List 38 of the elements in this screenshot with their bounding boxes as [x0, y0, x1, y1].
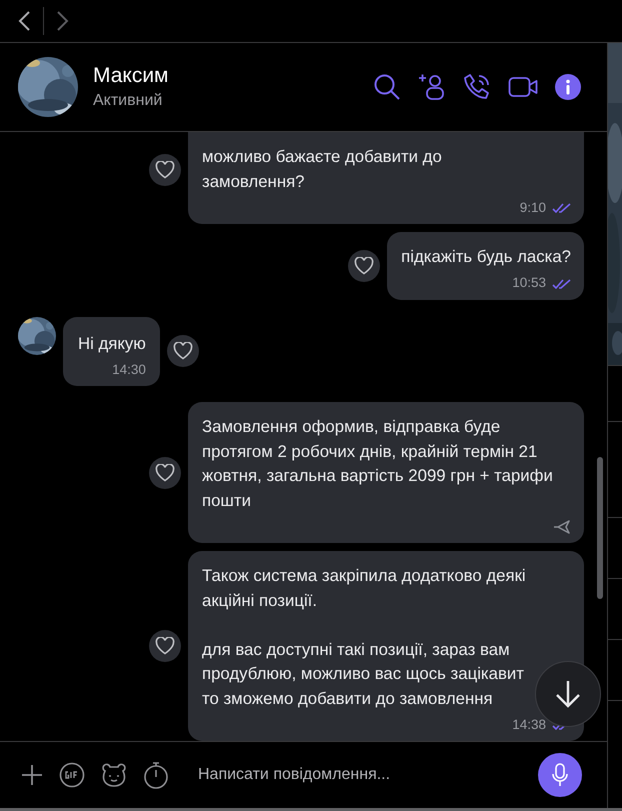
like-button[interactable] [149, 154, 181, 186]
double-check-icon [552, 278, 571, 288]
gif-icon[interactable] [59, 762, 85, 788]
contact-status: Активний [93, 92, 164, 110]
add-contact-icon[interactable] [418, 73, 446, 101]
stopwatch-icon[interactable] [143, 761, 169, 789]
like-button[interactable] [166, 335, 199, 368]
message-text: Ні дякую [78, 332, 146, 354]
like-button[interactable] [149, 630, 181, 662]
arrow-down-icon [554, 679, 582, 709]
scrollbar-thumb[interactable] [597, 457, 603, 599]
message-time: 14:30 [112, 360, 146, 379]
message-text: Замовлення оформив, відправка буде протягом 2 робочих днів, крайній термін 21 жовтня, загальна вартість 2099 грн + тарифи пошти [202, 416, 553, 512]
info-icon[interactable] [555, 74, 581, 100]
message-text: Також система закріпила додатково деякі акційні позиції. для вас доступні такі позиції, зараз вам продублюю, можливо вас щось зацікавит то зможемо добавити до замовлення [202, 565, 526, 710]
reply-arrow-icon [553, 520, 571, 534]
phone-call-icon[interactable] [463, 73, 491, 101]
bear-sticker-icon[interactable] [100, 762, 128, 788]
double-check-icon [552, 203, 571, 213]
microphone-icon [552, 763, 568, 787]
message-time: 14:38 [512, 716, 546, 734]
message-time: 9:10 [520, 198, 546, 217]
message-text: можливо бажаєте добавити до замовлення? [202, 146, 442, 192]
plus-icon[interactable] [20, 763, 44, 787]
heart-icon [155, 464, 175, 482]
like-button[interactable] [348, 250, 380, 282]
heart-icon [354, 256, 374, 275]
message-input[interactable]: Написати повідомлення... [196, 765, 523, 785]
video-camera-icon[interactable] [508, 75, 538, 99]
heart-icon [172, 342, 193, 360]
message-text: підкажіть будь ласка? [401, 246, 571, 268]
microphone-button[interactable] [538, 753, 582, 797]
like-button[interactable] [149, 456, 181, 488]
message-time: 10:53 [512, 274, 546, 292]
search-icon[interactable] [373, 73, 401, 101]
contact-name: Максим [93, 64, 170, 88]
heart-icon [155, 160, 175, 178]
heart-icon [155, 637, 175, 655]
